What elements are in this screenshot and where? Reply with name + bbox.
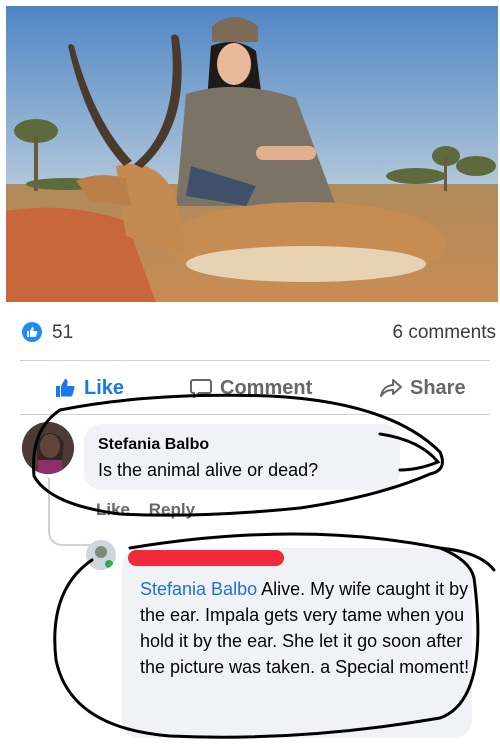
share-button[interactable]: Share: [380, 374, 466, 402]
avatar-photo: [22, 422, 74, 474]
redacted-author-name: [128, 550, 284, 566]
comment-bubble: Stefania Balbo Is the animal alive or de…: [84, 424, 400, 490]
like-button-label: Like: [84, 376, 125, 399]
thumbs-up-icon: [56, 379, 75, 397]
post-actions: Like Comment Share: [20, 368, 490, 408]
reply-text-block: Stefania Balbo Alive. My wife caught it …: [140, 576, 470, 680]
comment-icon: [190, 379, 212, 398]
comment-count[interactable]: 6 comments: [393, 322, 496, 344]
comment-button-label: Comment: [220, 376, 313, 399]
thread-connector: [48, 478, 90, 546]
like-button[interactable]: Like: [54, 374, 124, 402]
like-reaction-icon[interactable]: [22, 322, 42, 342]
comment-button[interactable]: Comment: [190, 374, 312, 402]
share-button-label: Share: [410, 376, 466, 399]
avatar[interactable]: [22, 422, 74, 474]
divider: [20, 414, 490, 415]
comment-actions: Like Reply: [96, 500, 209, 520]
photo-illustration: [6, 6, 498, 302]
comment-reply-link[interactable]: Reply: [149, 500, 195, 519]
screenshot-frame: 51 6 comments Like Comment Share Stefani…: [0, 0, 500, 744]
reaction-stats-bar: 51 6 comments: [22, 320, 500, 350]
post-photo[interactable]: [6, 6, 498, 302]
reply-mention[interactable]: Stefania Balbo: [140, 579, 257, 599]
comment-like-link[interactable]: Like: [96, 500, 130, 519]
comment-text: Is the animal alive or dead?: [98, 460, 319, 480]
avatar-photo: [86, 540, 116, 570]
divider: [20, 360, 490, 361]
comment-author[interactable]: Stefania Balbo: [98, 436, 209, 454]
share-icon: [380, 379, 402, 397]
reaction-count[interactable]: 51: [52, 322, 73, 344]
avatar[interactable]: [86, 540, 116, 570]
